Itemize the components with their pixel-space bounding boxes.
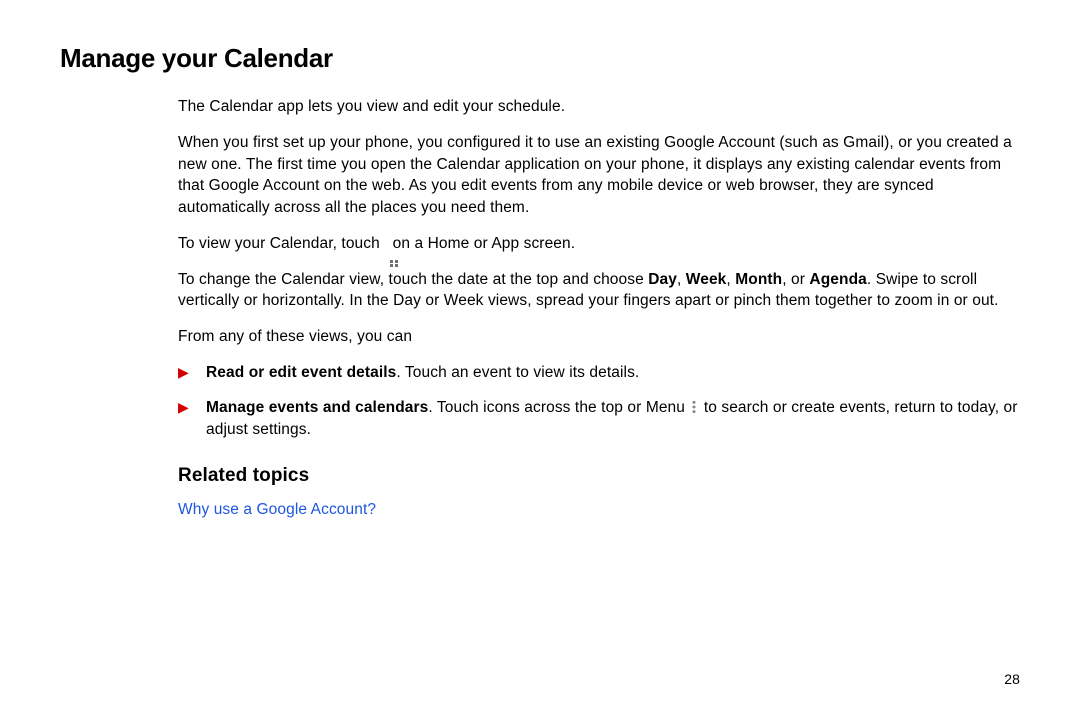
- sep2: ,: [726, 271, 735, 288]
- agenda-label: Agenda: [809, 271, 866, 288]
- bullet-bold: Manage events and calendars: [206, 399, 428, 416]
- related-topics-heading: Related topics: [178, 463, 1018, 490]
- related-link-row: Why use a Google Account?: [178, 499, 1018, 521]
- month-label: Month: [735, 271, 782, 288]
- page-title: Manage your Calendar: [60, 40, 1020, 76]
- change-view-paragraph: To change the Calendar view, touch the d…: [178, 269, 1018, 312]
- bullet-item-manage: Manage events and calendars. Touch icons…: [178, 397, 1018, 440]
- sep3: , or: [782, 271, 809, 288]
- menu-overflow-icon: [692, 400, 696, 414]
- view-cal-before: To view your Calendar, touch: [178, 235, 384, 252]
- bullet-bold: Read or edit event details: [206, 364, 396, 381]
- setup-paragraph: When you first set up your phone, you co…: [178, 132, 1018, 219]
- sep1: ,: [677, 271, 686, 288]
- bullet-rest: . Touch an event to view its details.: [396, 364, 639, 381]
- view-calendar-paragraph: To view your Calendar, touch on a Home o…: [178, 233, 1018, 255]
- bullet-list: Read or edit event details. Touch an eve…: [178, 362, 1018, 441]
- change-view-prefix: To change the Calendar view, touch the d…: [178, 271, 648, 288]
- intro-paragraph: The Calendar app lets you view and edit …: [178, 96, 1018, 118]
- bullet-item-read: Read or edit event details. Touch an eve…: [178, 362, 1018, 384]
- body-column: The Calendar app lets you view and edit …: [178, 96, 1018, 521]
- document-page: Manage your Calendar The Calendar app le…: [0, 0, 1080, 720]
- from-any-paragraph: From any of these views, you can: [178, 326, 1018, 348]
- week-label: Week: [686, 271, 727, 288]
- why-google-account-link[interactable]: Why use a Google Account?: [178, 501, 376, 518]
- day-label: Day: [648, 271, 677, 288]
- page-number: 28: [1004, 670, 1020, 690]
- bullet-rest-1: . Touch icons across the top or Menu: [428, 399, 689, 416]
- view-cal-after: on a Home or App screen.: [393, 235, 575, 252]
